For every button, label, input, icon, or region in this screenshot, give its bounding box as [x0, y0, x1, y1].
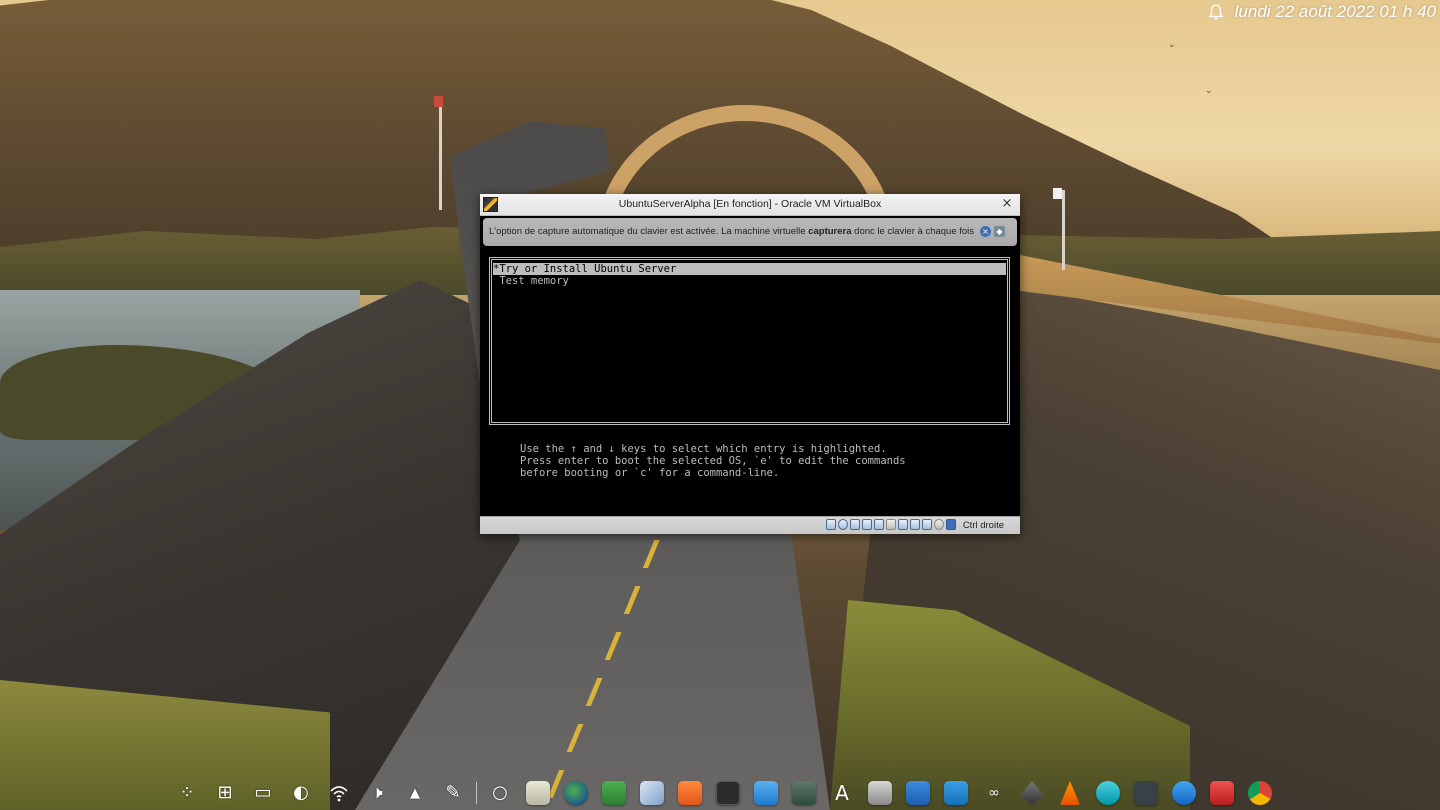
wallpaper-flag [434, 96, 443, 107]
chrome-icon[interactable] [1241, 776, 1279, 810]
wallpaper-bird: ⌄ [1168, 40, 1176, 50]
terminal-icon[interactable] [709, 776, 747, 810]
recording-icon[interactable] [922, 519, 932, 530]
wallpaper-flagpole [1062, 190, 1065, 270]
app-menu-icon[interactable]: ⁘ [168, 776, 206, 810]
virtualbox-window[interactable]: UbuntuServerAlpha [En fonction] - Oracle… [480, 194, 1020, 534]
globe-icon[interactable] [557, 776, 595, 810]
mail-icon[interactable] [1089, 776, 1127, 810]
usb-icon[interactable] [874, 519, 884, 530]
vlc-icon[interactable] [1051, 776, 1089, 810]
vpn-icon[interactable] [595, 776, 633, 810]
mouse-integration-icon[interactable] [934, 519, 944, 530]
top-panel: lundi 22 août 2022 01 h 40 [1207, 2, 1436, 22]
taskbar-dock: ⁘ ⊞ ▭ ◐ 🕨 ▲ ✎ ○ A ∞ [168, 776, 1279, 810]
night-mode-icon[interactable]: ◐ [282, 776, 320, 810]
wallpaper-bird: ⌄ [1205, 86, 1213, 96]
audio-icon[interactable] [850, 519, 860, 530]
window-title: UbuntuServerAlpha [En fonction] - Oracle… [618, 198, 882, 210]
volume-icon[interactable]: 🕨 [358, 776, 396, 810]
disks-icon[interactable] [861, 776, 899, 810]
shared-folders-icon[interactable] [886, 519, 896, 530]
wallpaper-flagpole [439, 100, 442, 210]
virtualbox-icon[interactable] [633, 776, 671, 810]
notice-close-icon[interactable]: × [980, 226, 991, 237]
status-indicators [826, 519, 956, 530]
optical-drive-icon[interactable] [838, 519, 848, 530]
host-key-label: Ctrl droite [962, 520, 1004, 531]
hard-disk-icon[interactable] [826, 519, 836, 530]
grub-menu: *Try or Install Ubuntu Server Test memor… [493, 263, 1006, 287]
window-titlebar[interactable]: UbuntuServerAlpha [En fonction] - Oracle… [480, 194, 1020, 216]
dock-separator [476, 782, 477, 804]
writer-icon[interactable] [937, 776, 975, 810]
console-icon[interactable] [1127, 776, 1165, 810]
color-picker-icon[interactable]: ✎ [434, 776, 472, 810]
wifi-icon[interactable] [320, 776, 358, 810]
wallpaper-flag [1053, 188, 1062, 199]
bell-icon[interactable] [1207, 3, 1225, 21]
notice-info-icon[interactable]: ◆ [994, 226, 1005, 237]
keyboard-capture-notice: L'option de capture automatique du clavi… [483, 218, 1017, 246]
grub-help-text: Use the ↑ and ↓ keys to select which ent… [520, 443, 906, 479]
virtualbox-app-icon[interactable] [483, 197, 498, 212]
system-monitor-icon[interactable] [785, 776, 823, 810]
date-time[interactable]: lundi 22 août 2022 01 h 40 [1235, 2, 1436, 22]
circle-icon[interactable]: ○ [481, 776, 519, 810]
vm-statusbar: Ctrl droite [480, 516, 1020, 534]
grub-entry-memtest[interactable]: Test memory [493, 275, 1006, 287]
notice-text: L'option de capture automatique du clavi… [489, 226, 975, 237]
tray-expand-icon[interactable]: ▲ [396, 776, 434, 810]
game-controller-icon[interactable]: ∞ [975, 776, 1013, 810]
display-icon[interactable] [898, 519, 908, 530]
host-key-icon[interactable] [946, 519, 956, 530]
sublime-icon[interactable] [671, 776, 709, 810]
app-grid-icon[interactable]: ⊞ [206, 776, 244, 810]
video-capture-icon[interactable] [910, 519, 920, 530]
desktop-icon[interactable]: ▭ [244, 776, 282, 810]
close-button[interactable]: × [998, 195, 1016, 213]
inkscape-icon[interactable] [1013, 776, 1051, 810]
kde-connect-icon[interactable] [1165, 776, 1203, 810]
home-icon[interactable] [899, 776, 937, 810]
grub-entry-install[interactable]: *Try or Install Ubuntu Server [493, 263, 1006, 275]
network-icon[interactable] [862, 519, 872, 530]
screenshot-icon[interactable] [747, 776, 785, 810]
font-viewer-icon[interactable]: A [823, 776, 861, 810]
archive-manager-icon[interactable] [1203, 776, 1241, 810]
file-manager-icon[interactable] [519, 776, 557, 810]
